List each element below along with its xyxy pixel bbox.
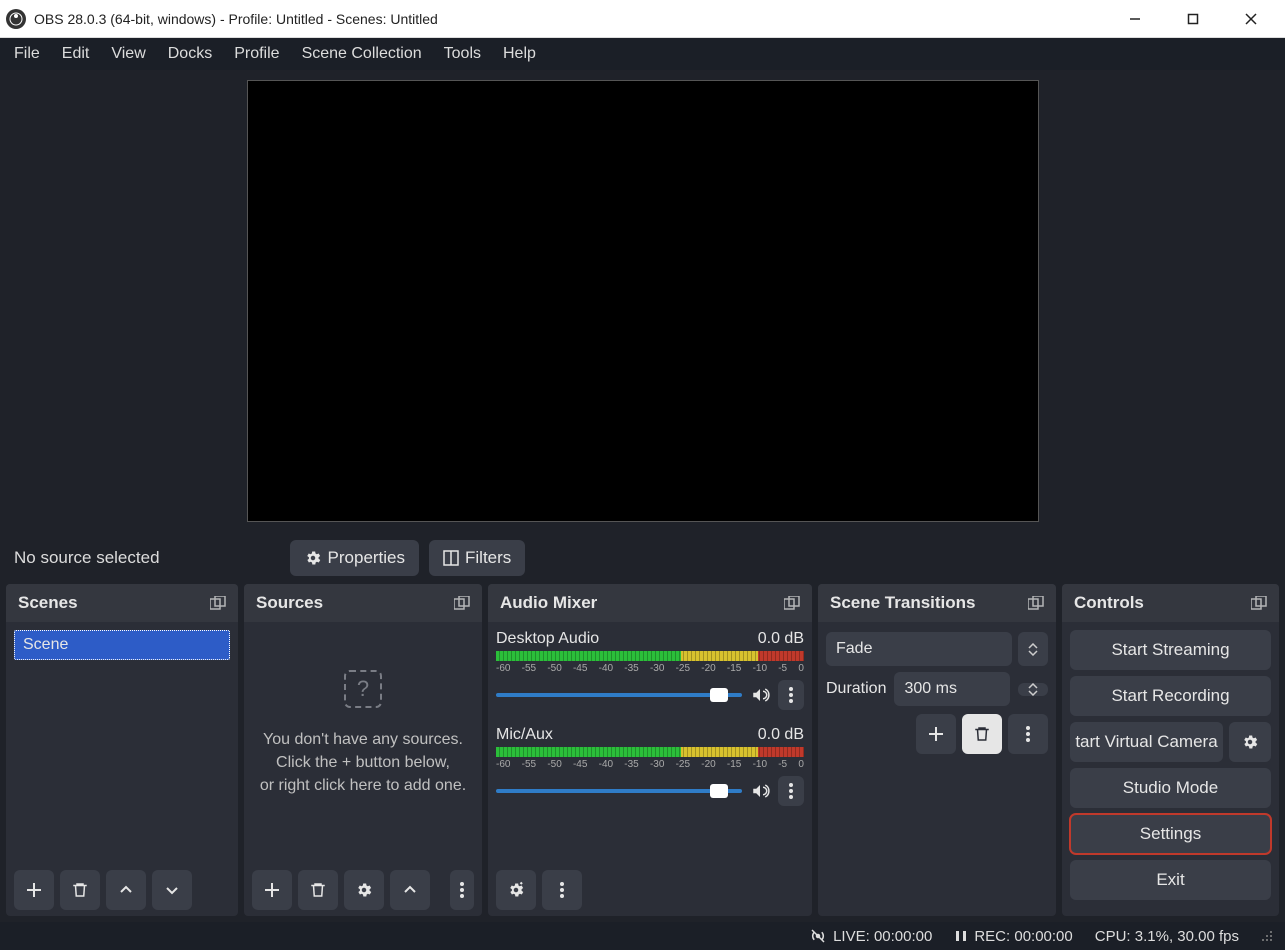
menu-docks[interactable]: Docks <box>168 45 212 63</box>
duration-spin[interactable] <box>1018 683 1048 696</box>
advanced-audio-button[interactable] <box>496 870 536 910</box>
menu-help[interactable]: Help <box>503 45 536 63</box>
no-source-label: No source selected <box>14 548 160 568</box>
pause-icon <box>954 929 968 943</box>
menu-bar: File Edit View Docks Profile Scene Colle… <box>0 38 1285 70</box>
filters-label: Filters <box>465 548 511 568</box>
sources-empty-text: You don't have any sources. Click the + … <box>252 728 474 798</box>
sources-menu-button[interactable] <box>450 870 474 910</box>
popout-icon[interactable] <box>1028 596 1044 610</box>
source-info-bar: No source selected Properties Filters <box>0 532 1285 584</box>
popout-icon[interactable] <box>1251 596 1267 610</box>
transition-menu-button[interactable] <box>1008 714 1048 754</box>
app-icon <box>6 9 26 29</box>
exit-button[interactable]: Exit <box>1070 860 1271 900</box>
broadcast-icon <box>809 927 827 945</box>
channel-menu-button[interactable] <box>778 680 804 710</box>
duration-input[interactable]: 300 ms <box>894 672 1010 706</box>
mixer-menu-button[interactable] <box>542 870 582 910</box>
transitions-title: Scene Transitions <box>830 593 976 613</box>
status-live: LIVE: 00:00:00 <box>809 927 932 945</box>
start-recording-button[interactable]: Start Recording <box>1070 676 1271 716</box>
properties-label: Properties <box>328 548 405 568</box>
filters-button[interactable]: Filters <box>429 540 525 576</box>
mixer-channel-db: 0.0 dB <box>758 726 804 744</box>
filters-icon <box>443 550 459 566</box>
scenes-panel: Scenes Scene <box>6 584 238 916</box>
controls-panel: Controls Start Streaming Start Recording… <box>1062 584 1279 916</box>
window-minimize-button[interactable] <box>1115 4 1155 34</box>
scene-item[interactable]: Scene <box>14 630 230 660</box>
scene-item-label: Scene <box>23 636 68 653</box>
window-titlebar: OBS 28.0.3 (64-bit, windows) - Profile: … <box>0 0 1285 38</box>
mixer-channel-db: 0.0 dB <box>758 630 804 648</box>
window-close-button[interactable] <box>1231 4 1271 34</box>
menu-tools[interactable]: Tools <box>444 45 481 63</box>
speaker-icon[interactable] <box>750 782 770 800</box>
status-bar: LIVE: 00:00:00 REC: 00:00:00 CPU: 3.1%, … <box>0 922 1285 950</box>
transition-spin[interactable] <box>1018 632 1048 666</box>
menu-view[interactable]: View <box>111 45 145 63</box>
transition-selected: Fade <box>836 640 872 658</box>
transition-select[interactable]: Fade <box>826 632 1012 666</box>
window-maximize-button[interactable] <box>1173 4 1213 34</box>
resize-grip-icon[interactable] <box>1261 930 1273 942</box>
sources-panel: Sources ? You don't have any sources. Cl… <box>244 584 482 916</box>
remove-source-button[interactable] <box>298 870 338 910</box>
question-icon: ? <box>344 670 382 708</box>
duration-value: 300 ms <box>904 680 956 698</box>
source-properties-button[interactable] <box>344 870 384 910</box>
menu-file[interactable]: File <box>14 45 40 63</box>
status-rec: REC: 00:00:00 <box>954 928 1072 945</box>
mixer-channel-desktop-audio: Desktop Audio 0.0 dB -60-55-50-45-40-35-… <box>496 630 804 710</box>
remove-scene-button[interactable] <box>60 870 100 910</box>
add-scene-button[interactable] <box>14 870 54 910</box>
virtual-camera-button[interactable]: tart Virtual Camera <box>1070 722 1223 762</box>
add-transition-button[interactable] <box>916 714 956 754</box>
sources-title: Sources <box>256 593 323 613</box>
mixer-ticks: -60-55-50-45-40-35-30-25-20-15-10-50 <box>496 759 804 770</box>
volume-slider[interactable] <box>496 693 742 697</box>
transitions-panel: Scene Transitions Fade Duration 300 ms <box>818 584 1056 916</box>
studio-mode-button[interactable]: Studio Mode <box>1070 768 1271 808</box>
start-streaming-button[interactable]: Start Streaming <box>1070 630 1271 670</box>
menu-profile[interactable]: Profile <box>234 45 279 63</box>
controls-title: Controls <box>1074 593 1144 613</box>
gear-icon <box>304 549 322 567</box>
volume-slider[interactable] <box>496 789 742 793</box>
audio-meter <box>496 747 804 757</box>
mixer-channel-mic-aux: Mic/Aux 0.0 dB -60-55-50-45-40-35-30-25-… <box>496 726 804 806</box>
move-scene-down-button[interactable] <box>152 870 192 910</box>
duration-label: Duration <box>826 680 886 698</box>
virtual-camera-settings-button[interactable] <box>1229 722 1271 762</box>
properties-button[interactable]: Properties <box>290 540 419 576</box>
move-source-up-button[interactable] <box>390 870 430 910</box>
add-source-button[interactable] <box>252 870 292 910</box>
audio-mixer-panel: Audio Mixer Desktop Audio 0.0 dB -60-55-… <box>488 584 812 916</box>
popout-icon[interactable] <box>454 596 470 610</box>
popout-icon[interactable] <box>210 596 226 610</box>
mixer-title: Audio Mixer <box>500 593 597 613</box>
speaker-icon[interactable] <box>750 686 770 704</box>
window-title: OBS 28.0.3 (64-bit, windows) - Profile: … <box>34 11 1115 27</box>
menu-scene-collection[interactable]: Scene Collection <box>302 45 422 63</box>
channel-menu-button[interactable] <box>778 776 804 806</box>
remove-transition-button[interactable] <box>962 714 1002 754</box>
mixer-ticks: -60-55-50-45-40-35-30-25-20-15-10-50 <box>496 663 804 674</box>
audio-meter <box>496 651 804 661</box>
menu-edit[interactable]: Edit <box>62 45 90 63</box>
preview-area <box>0 70 1285 532</box>
settings-button[interactable]: Settings <box>1070 814 1271 854</box>
move-scene-up-button[interactable] <box>106 870 146 910</box>
mixer-channel-name: Mic/Aux <box>496 726 553 744</box>
status-cpu: CPU: 3.1%, 30.00 fps <box>1095 928 1239 945</box>
mixer-channel-name: Desktop Audio <box>496 630 599 648</box>
preview-canvas[interactable] <box>247 80 1039 522</box>
scenes-title: Scenes <box>18 593 78 613</box>
popout-icon[interactable] <box>784 596 800 610</box>
